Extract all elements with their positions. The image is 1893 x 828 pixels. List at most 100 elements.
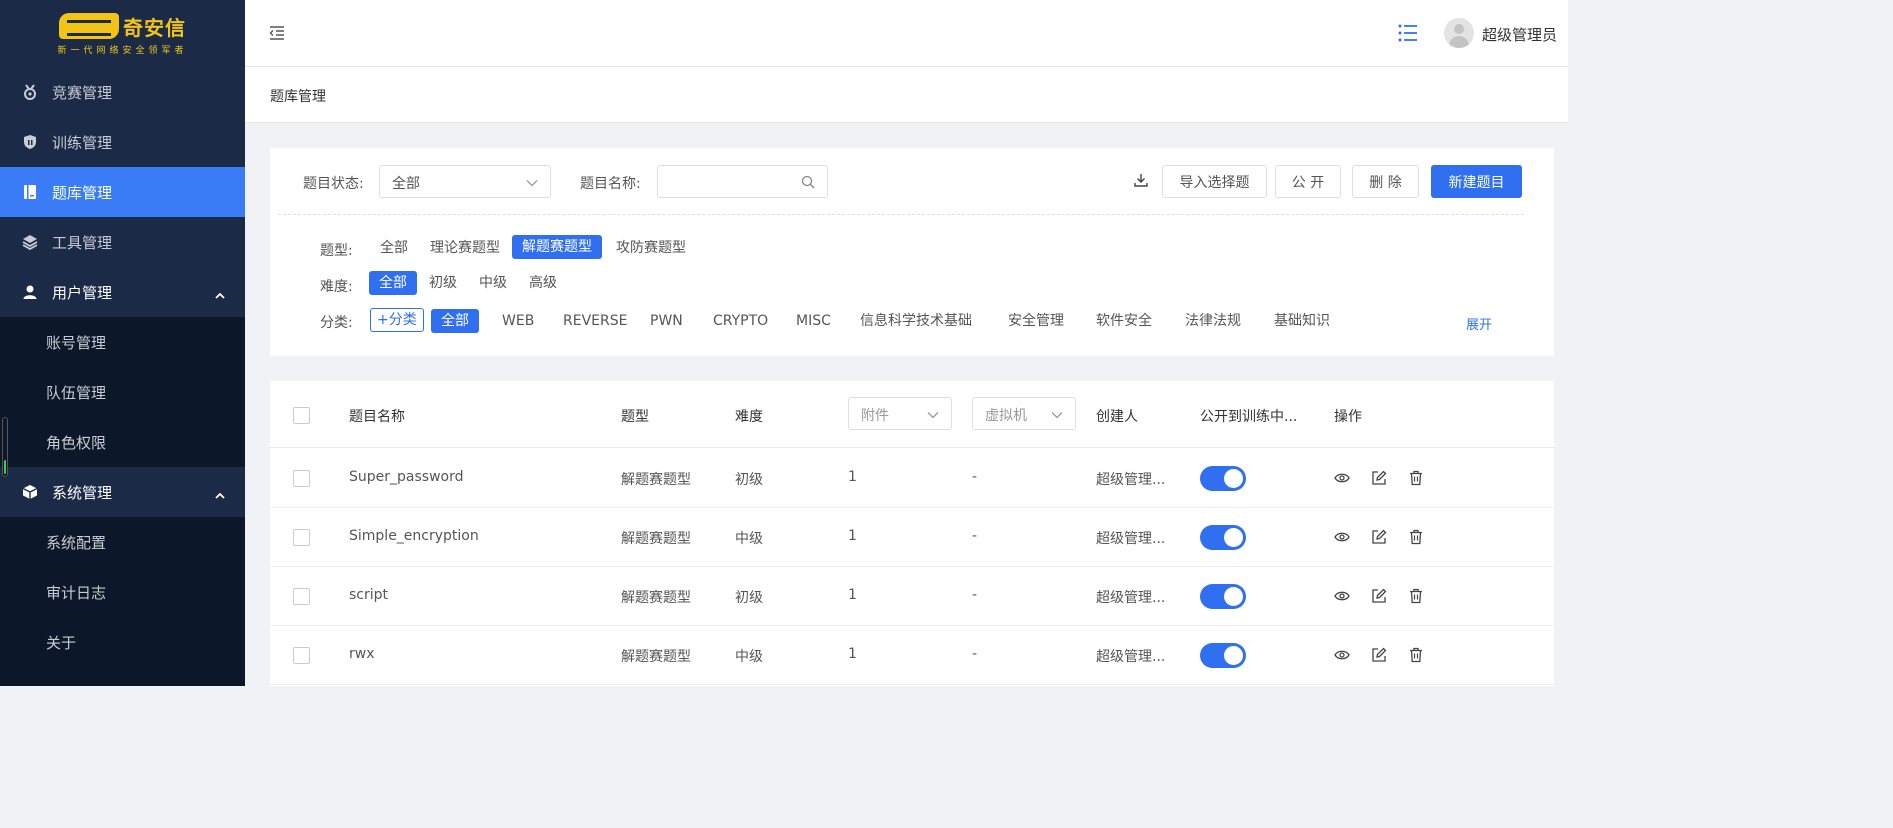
view-icon[interactable]	[1334, 588, 1350, 604]
vm-filter-select[interactable]: 虚拟机	[972, 397, 1076, 430]
cell-difficulty: 初级	[735, 472, 763, 488]
type-tag-attack-defense[interactable]: 攻防赛题型	[606, 236, 696, 260]
edit-icon[interactable]	[1371, 588, 1387, 604]
sidebar-item-training[interactable]: 训练管理	[0, 117, 245, 167]
sidebar-scrollbar[interactable]	[2, 417, 8, 477]
cell-name[interactable]: Simple_encryption	[349, 528, 479, 544]
category-tag-crypto[interactable]: CRYPTO	[703, 309, 778, 333]
sidebar-subitem-config[interactable]: 系统配置	[0, 517, 245, 567]
sidebar-item-tools[interactable]: 工具管理	[0, 217, 245, 267]
sidebar-item-label: 系统管理	[52, 483, 113, 502]
public-toggle[interactable]	[1200, 584, 1246, 609]
category-tag-law[interactable]: 法律法规	[1175, 309, 1251, 333]
edit-icon[interactable]	[1371, 470, 1387, 486]
logo-mark-icon	[58, 13, 119, 39]
category-tag-all[interactable]: 全部	[431, 309, 479, 333]
table-row[interactable]: Simple_encryption 解题赛题型 中级 1 - 超级管理...	[270, 508, 1554, 567]
cell-vm: -	[972, 587, 978, 603]
cell-attachment: 1	[848, 469, 857, 485]
name-search-input[interactable]	[666, 166, 796, 196]
view-icon[interactable]	[1334, 470, 1350, 486]
trash-icon[interactable]	[1408, 588, 1424, 604]
category-tag-pwn[interactable]: PWN	[640, 309, 693, 333]
col-type: 题型	[621, 409, 649, 425]
sidebar-item-users[interactable]: 用户管理	[0, 267, 245, 317]
status-select[interactable]: 全部	[379, 165, 551, 198]
logo[interactable]: 奇安信 新一代网络安全领军者	[57, 12, 187, 56]
public-toggle[interactable]	[1200, 643, 1246, 668]
row-checkbox[interactable]	[293, 470, 310, 487]
trash-icon[interactable]	[1408, 647, 1424, 663]
cell-name[interactable]: rwx	[349, 646, 375, 662]
sidebar-subitem-accounts[interactable]: 账号管理	[0, 317, 245, 367]
difficulty-tag-hard[interactable]: 高级	[519, 271, 567, 295]
category-tag-info-science[interactable]: 信息科学技术基础	[850, 309, 982, 333]
view-icon[interactable]	[1334, 529, 1350, 545]
sidebar-item-competition[interactable]: 竞赛管理	[0, 67, 245, 117]
row-checkbox[interactable]	[293, 529, 310, 546]
category-tag-basics[interactable]: 基础知识	[1264, 309, 1340, 333]
cell-name[interactable]: script	[349, 587, 388, 603]
col-creator: 创建人	[1096, 409, 1138, 425]
add-category-button[interactable]: +分类	[370, 308, 424, 332]
view-icon[interactable]	[1334, 647, 1350, 663]
table-row[interactable]: Super_password 解题赛题型 初级 1 - 超级管理...	[270, 449, 1554, 508]
chevron-down-icon	[927, 407, 939, 423]
difficulty-tag-easy[interactable]: 初级	[419, 271, 467, 295]
sidebar-subitem-roles[interactable]: 角色权限	[0, 417, 245, 467]
category-tag-software-security[interactable]: 软件安全	[1086, 309, 1162, 333]
new-question-button[interactable]: 新建题目	[1431, 165, 1522, 198]
delete-button[interactable]: 删 除	[1352, 165, 1419, 198]
row-checkbox[interactable]	[293, 647, 310, 664]
public-toggle[interactable]	[1200, 525, 1246, 550]
sidebar-item-system[interactable]: 系统管理	[0, 467, 245, 517]
cell-type: 解题赛题型	[621, 649, 691, 665]
list-icon[interactable]	[1398, 24, 1418, 42]
trash-icon[interactable]	[1408, 470, 1424, 486]
cell-name[interactable]: Super_password	[349, 469, 463, 485]
status-label: 题目状态:	[303, 176, 364, 192]
difficulty-tag-all[interactable]: 全部	[369, 271, 417, 295]
breadcrumb: 题库管理	[245, 67, 1568, 123]
sidebar-subitem-audit-log[interactable]: 审计日志	[0, 567, 245, 617]
sidebar-subitem-about[interactable]: 关于	[0, 617, 245, 667]
type-label: 题型:	[320, 243, 353, 259]
table-header: 题目名称 题型 难度 附件 虚拟机 创建人 公开到训练中... 操作	[270, 381, 1554, 448]
type-tag-all[interactable]: 全部	[370, 236, 418, 260]
collapse-menu-icon[interactable]	[269, 26, 285, 40]
book-icon	[22, 184, 38, 200]
category-tag-web[interactable]: WEB	[492, 309, 544, 333]
download-icon[interactable]	[1134, 173, 1148, 191]
difficulty-tag-medium[interactable]: 中级	[469, 271, 517, 295]
type-tag-theory[interactable]: 理论赛题型	[420, 236, 510, 260]
category-label: 分类:	[320, 315, 353, 331]
trash-icon[interactable]	[1408, 529, 1424, 545]
type-tag-solve[interactable]: 解题赛题型	[512, 235, 602, 259]
attachment-filter-select[interactable]: 附件	[848, 397, 952, 430]
search-icon[interactable]	[801, 175, 815, 193]
category-tag-misc[interactable]: MISC	[786, 309, 841, 333]
logo-text: 奇安信	[122, 15, 186, 40]
user-name[interactable]: 超级管理员	[1482, 24, 1557, 45]
sidebar-item-label: 题库管理	[52, 183, 113, 202]
attachment-filter-label: 附件	[861, 408, 889, 424]
row-checkbox[interactable]	[293, 588, 310, 605]
public-toggle[interactable]	[1200, 466, 1246, 491]
sidebar-item-question-bank[interactable]: 题库管理	[0, 167, 245, 217]
import-choice-button[interactable]: 导入选择题	[1162, 165, 1267, 198]
category-tag-reverse[interactable]: REVERSE	[553, 309, 637, 333]
avatar[interactable]	[1444, 18, 1474, 48]
select-all-checkbox[interactable]	[293, 407, 310, 424]
table-row[interactable]: rwx 解题赛题型 中级 1 - 超级管理...	[270, 626, 1554, 685]
vm-filter-label: 虚拟机	[985, 408, 1027, 424]
table-row[interactable]: script 解题赛题型 初级 1 - 超级管理...	[270, 567, 1554, 626]
name-search-field	[657, 165, 828, 198]
sidebar-subitem-teams[interactable]: 队伍管理	[0, 367, 245, 417]
edit-icon[interactable]	[1371, 647, 1387, 663]
publish-button[interactable]: 公 开	[1275, 165, 1341, 198]
expand-link[interactable]: 展开	[1466, 314, 1492, 333]
cell-attachment: 1	[848, 646, 857, 662]
edit-icon[interactable]	[1371, 529, 1387, 545]
category-tag-security-mgmt[interactable]: 安全管理	[998, 309, 1074, 333]
filter-panel: 题目状态: 全部 题目名称: 导入选择题 公 开 删 除 新建题目 题型: 全部…	[270, 148, 1554, 356]
